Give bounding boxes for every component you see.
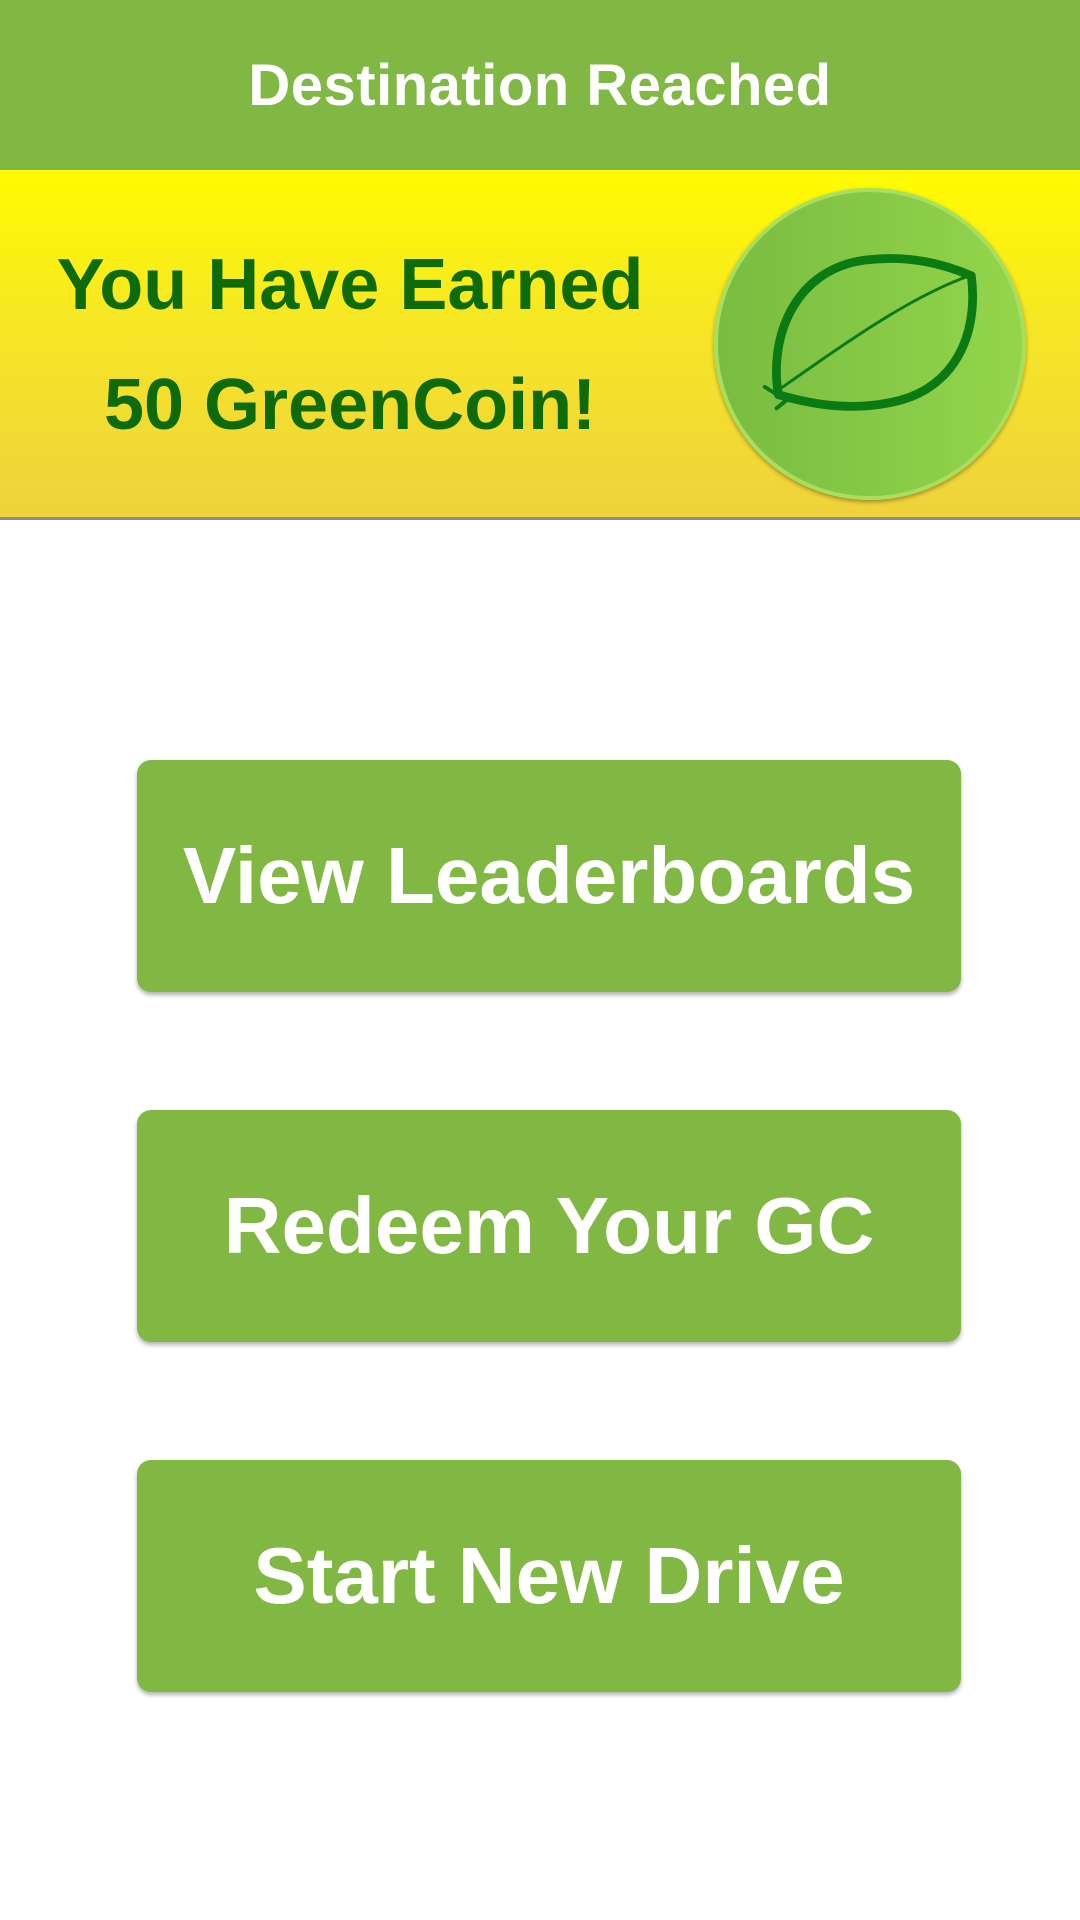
reward-banner: You Have Earned 50 GreenCoin! <box>0 170 1080 520</box>
page-title: Destination Reached <box>248 52 832 118</box>
view-leaderboards-button[interactable]: View Leaderboards <box>137 760 961 992</box>
reward-message-line-2: 50 GreenCoin! <box>103 365 597 445</box>
reward-message: You Have Earned 50 GreenCoin! <box>0 170 700 520</box>
redeem-gc-button[interactable]: Redeem Your GC <box>137 1110 961 1342</box>
destination-reached-screen: Destination Reached You Have Earned 50 G… <box>0 0 1080 1920</box>
start-new-drive-button[interactable]: Start New Drive <box>137 1460 961 1692</box>
leaf-icon <box>762 254 977 411</box>
greencoin-badge <box>714 188 1026 500</box>
reward-message-line-1: You Have Earned <box>56 245 644 325</box>
view-leaderboards-label: View Leaderboards <box>182 831 916 920</box>
app-bar: Destination Reached <box>0 0 1080 170</box>
redeem-gc-label: Redeem Your GC <box>223 1181 875 1270</box>
start-new-drive-label: Start New Drive <box>253 1531 845 1620</box>
